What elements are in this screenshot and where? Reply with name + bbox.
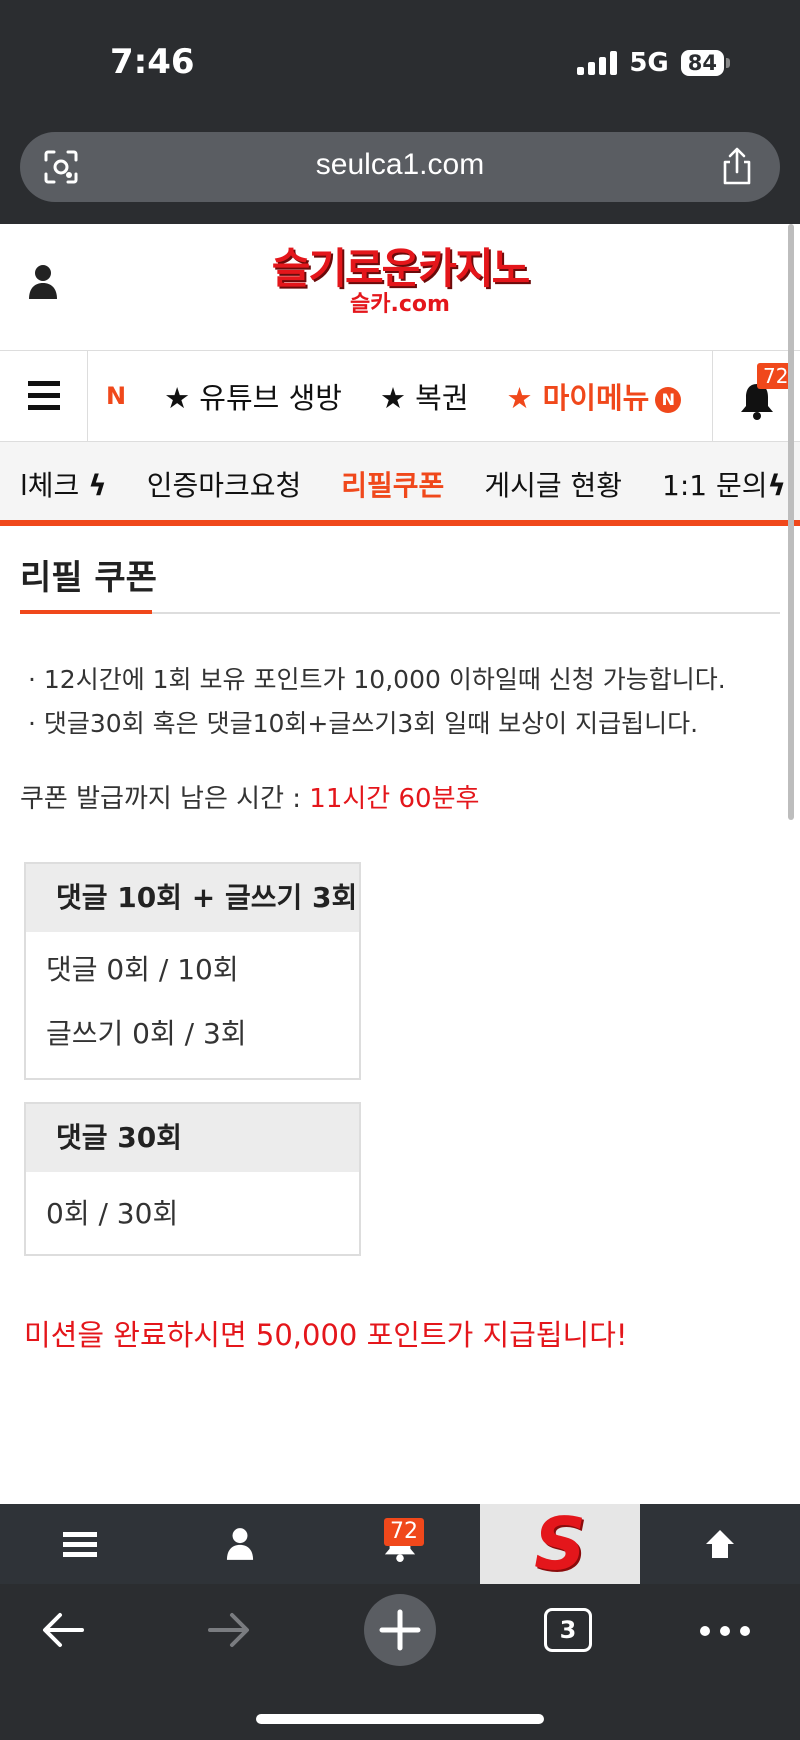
remaining-time-value: 11시간 60분후	[309, 784, 480, 814]
status-indicators: 5G 84	[577, 48, 730, 78]
bottom-menu-button[interactable]	[0, 1504, 160, 1584]
bolt-icon: ϟ	[767, 469, 786, 502]
new-tab-button[interactable]	[364, 1594, 436, 1666]
mission-box-comments-posts: 댓글 10회 + 글쓰기 3회 댓글 0회 / 10회 글쓰기 0회 / 3회	[24, 862, 361, 1080]
arrow-up-icon	[706, 1530, 734, 1558]
bolt-icon: ϟ	[88, 469, 107, 502]
site-logo[interactable]: 슬기로운카지노 슬카.com	[250, 246, 550, 332]
plus-icon	[379, 1609, 421, 1651]
mission-box-title: 댓글 30회	[26, 1104, 359, 1172]
sub-nav-item-check-label: l체크	[20, 469, 80, 502]
forward-arrow-icon[interactable]	[206, 1608, 252, 1652]
title-accent-bar	[20, 610, 152, 614]
notification-button[interactable]: 72	[712, 351, 800, 441]
back-arrow-icon[interactable]	[40, 1608, 86, 1652]
mission-progress-row: 댓글 0회 / 10회	[46, 953, 239, 986]
page-scrollbar[interactable]	[788, 224, 794, 820]
nav-item-mymenu-label: ★ 마이메뉴	[506, 381, 650, 415]
user-icon[interactable]	[28, 264, 58, 300]
sub-nav-item-cert-request[interactable]: 인증마크요청	[147, 464, 302, 504]
logo-main-text: 슬기로운카지노	[271, 244, 530, 293]
nav-item-youtube[interactable]: ★ 유튜브 생방	[164, 375, 342, 417]
bottom-logo-button[interactable]: S	[480, 1504, 640, 1584]
sub-nav-item-check[interactable]: l체크 ϟ	[20, 464, 107, 504]
tab-count-button[interactable]: 3	[544, 1608, 592, 1652]
nav-partial-new-badge[interactable]: N	[106, 382, 126, 410]
url-text[interactable]: seulca1.com	[20, 148, 780, 182]
mission-box-comments: 댓글 30회 0회 / 30회	[24, 1102, 361, 1256]
mission-progress-row: 0회 / 30회	[46, 1197, 179, 1230]
coupon-notes: · 12시간에 1회 보유 포인트가 10,000 이하일때 신청 가능합니다.…	[28, 658, 726, 746]
battery-icon: 84	[680, 50, 730, 76]
network-type: 5G	[629, 48, 669, 78]
new-badge: N	[655, 387, 682, 413]
page-title: 리필 쿠폰	[20, 558, 157, 598]
home-indicator	[256, 1714, 544, 1724]
more-options-icon[interactable]	[700, 1626, 750, 1636]
note-line: · 12시간에 1회 보유 포인트가 10,000 이하일때 신청 가능합니다.	[28, 665, 726, 694]
signal-icon	[577, 51, 618, 75]
share-icon[interactable]	[720, 146, 754, 186]
nav-item-lottery[interactable]: ★ 복권	[380, 375, 469, 417]
remaining-time-label: 쿠폰 발급까지 남은 시간 :	[20, 784, 302, 814]
sub-nav: l체크 ϟ 인증마크요청 리필쿠폰 게시글 현황 1:1 문의ϟ	[0, 442, 800, 526]
menu-icon	[63, 1532, 97, 1557]
note-line: · 댓글30회 혹은 댓글10회+글쓰기3회 일때 보상이 지급됩니다.	[28, 709, 699, 738]
sub-nav-item-inquiry-label: 1:1 문의	[662, 469, 768, 502]
user-icon	[226, 1528, 254, 1560]
mission-progress-row: 글쓰기 0회 / 3회	[46, 1017, 247, 1050]
browser-top-chrome: 7:46 5G 84 seulca1.com	[0, 0, 800, 224]
sub-nav-item-post-status[interactable]: 게시글 현황	[484, 464, 622, 504]
sub-nav-item-inquiry[interactable]: 1:1 문의ϟ	[662, 464, 786, 504]
s-logo-icon: S	[534, 1502, 586, 1586]
nav-item-mymenu[interactable]: ★ 마이메뉴 N	[507, 375, 682, 417]
main-nav: N ★ 유튜브 생방 ★ 복권 ★ 마이메뉴 N 72	[0, 350, 800, 442]
notification-count: 72	[384, 1518, 424, 1546]
site-header: 슬기로운카지노 슬카.com	[0, 224, 800, 350]
status-time: 7:46	[110, 42, 195, 82]
mission-box-title: 댓글 10회 + 글쓰기 3회	[26, 864, 359, 932]
battery-level: 84	[680, 50, 724, 76]
scroll-top-button[interactable]	[640, 1504, 800, 1584]
remaining-time: 쿠폰 발급까지 남은 시간 : 11시간 60분후	[20, 778, 479, 815]
hamburger-menu-icon[interactable]	[0, 351, 88, 441]
bottom-user-button[interactable]	[160, 1504, 320, 1584]
sub-nav-item-refill-coupon[interactable]: 리필쿠폰	[341, 464, 444, 504]
logo-sub-text: 슬카.com	[350, 292, 450, 317]
reward-message: 미션을 완료하시면 50,000 포인트가 지급됩니다!	[24, 1318, 628, 1352]
site-bottom-bar: 72 S	[0, 1504, 800, 1584]
address-bar[interactable]: seulca1.com	[20, 132, 780, 202]
